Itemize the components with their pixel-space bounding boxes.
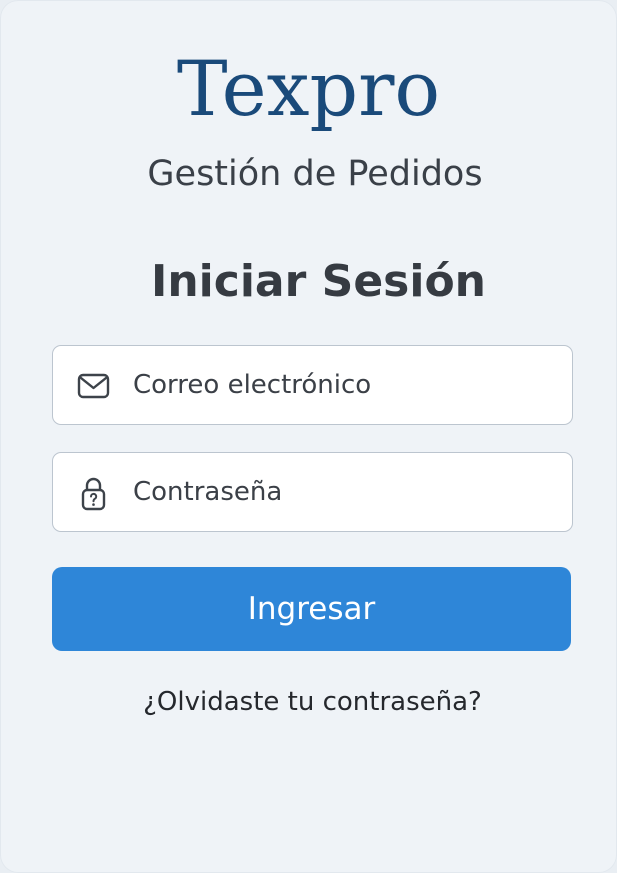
login-button[interactable]: Ingresar: [52, 567, 571, 651]
brand-logo-text: Texpro: [176, 44, 441, 133]
email-input[interactable]: [133, 346, 553, 424]
email-field[interactable]: [52, 345, 573, 425]
password-field[interactable]: [52, 452, 573, 532]
login-heading: Iniciar Sesión: [150, 256, 486, 307]
app-subtitle: Gestión de Pedidos: [147, 154, 483, 194]
password-input[interactable]: [133, 453, 553, 531]
forgot-password-link[interactable]: ¿Olvidaste tu contraseña?: [0, 684, 617, 720]
login-card: Texpro Gestión de Pedidos Iniciar Sesión…: [0, 0, 617, 873]
envelope-icon: [77, 368, 111, 404]
lock-icon: [77, 475, 111, 511]
